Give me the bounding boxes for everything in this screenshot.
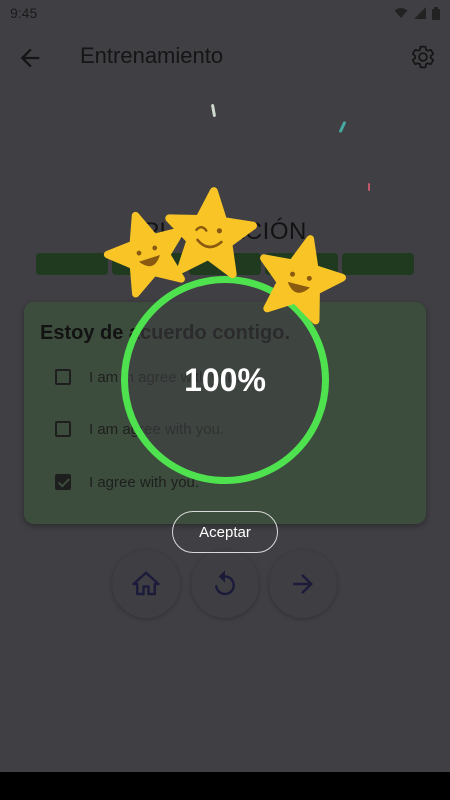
next-button[interactable] — [269, 550, 337, 618]
star-icon — [260, 235, 346, 325]
signal-icon — [414, 7, 426, 19]
status-icons — [394, 6, 440, 20]
progress-segment — [341, 253, 415, 275]
star-icon — [165, 187, 257, 279]
confetti-piece — [210, 103, 217, 118]
back-button[interactable] — [16, 44, 44, 72]
progress-segment — [36, 253, 109, 275]
accept-button[interactable]: Aceptar — [172, 511, 278, 553]
arrow-forward-icon — [293, 574, 313, 594]
arrow-back-icon — [20, 48, 40, 68]
checkbox[interactable] — [55, 421, 71, 437]
settings-button[interactable] — [410, 44, 436, 70]
checkbox[interactable] — [55, 369, 71, 385]
gear-icon — [412, 45, 434, 69]
replay-button[interactable] — [191, 550, 259, 618]
checkbox-checked[interactable] — [55, 474, 71, 490]
page-title: Entrenamiento — [80, 43, 224, 68]
home-button[interactable] — [112, 550, 180, 618]
wifi-icon — [394, 8, 408, 18]
system-navigation-bar — [0, 772, 450, 800]
battery-icon — [432, 6, 440, 20]
confetti-piece — [368, 183, 370, 191]
app-bar: Entrenamiento — [0, 30, 450, 86]
home-icon — [132, 571, 160, 596]
status-time: 9:45 — [10, 5, 38, 21]
confetti-piece — [338, 120, 347, 134]
replay-icon — [215, 570, 235, 596]
status-bar: 9:45 — [0, 0, 450, 26]
